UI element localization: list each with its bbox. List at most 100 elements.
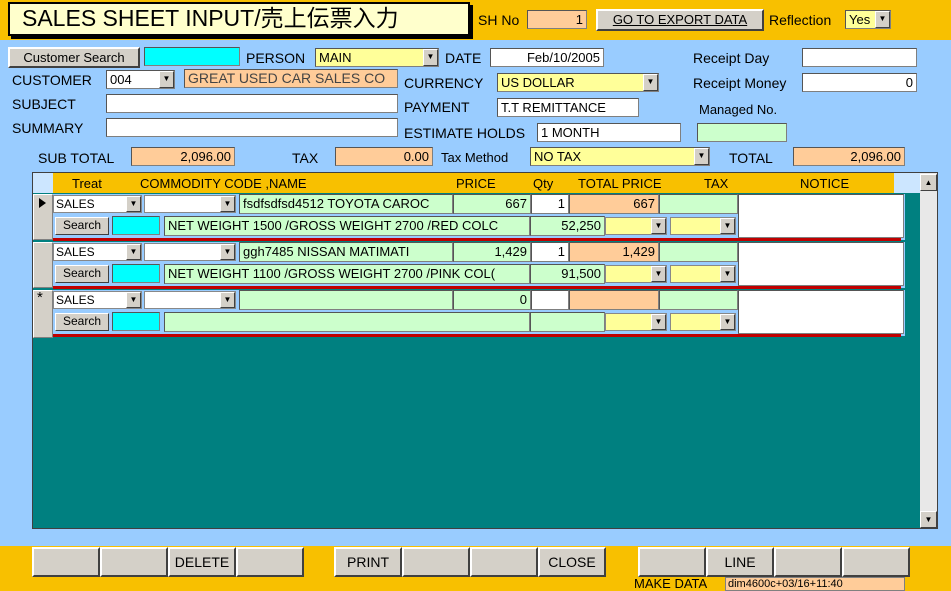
chevron-down-icon[interactable]: ▼ bbox=[694, 148, 709, 165]
notice-field[interactable] bbox=[738, 242, 904, 286]
search-code-input[interactable] bbox=[112, 216, 160, 235]
treat-select[interactable]: SALES ▼ bbox=[53, 291, 142, 309]
scroll-up-icon[interactable]: ▲ bbox=[920, 174, 937, 191]
delete-button[interactable]: DELETE bbox=[168, 547, 236, 577]
scroll-down-icon[interactable]: ▼ bbox=[920, 511, 937, 528]
treat-value: SALES bbox=[56, 293, 95, 307]
search-code-input[interactable] bbox=[112, 264, 160, 283]
price-field[interactable]: 0 bbox=[453, 290, 531, 310]
notice-field[interactable] bbox=[738, 194, 904, 238]
tax-label: TAX bbox=[292, 150, 319, 166]
unit-select[interactable]: ▼ bbox=[605, 265, 667, 283]
line-button[interactable]: LINE bbox=[706, 547, 774, 577]
description-field[interactable]: NET WEIGHT 1500 /GROSS WEIGHT 2700 /RED … bbox=[164, 216, 530, 236]
commodity-code-select[interactable]: ▼ bbox=[144, 291, 236, 309]
amount-field[interactable]: 91,500 bbox=[530, 264, 605, 284]
summary-field[interactable] bbox=[106, 118, 398, 137]
chevron-down-icon[interactable]: ▼ bbox=[875, 11, 890, 28]
chevron-down-icon[interactable]: ▼ bbox=[220, 196, 235, 212]
receipt-day-label: Receipt Day bbox=[693, 50, 770, 66]
payment-field[interactable]: T.T REMITTANCE bbox=[497, 98, 639, 117]
customer-search-button[interactable]: Customer Search bbox=[8, 47, 140, 68]
chevron-down-icon[interactable]: ▼ bbox=[651, 218, 666, 234]
commodity-code-select[interactable]: ▼ bbox=[144, 243, 236, 261]
print-button[interactable]: PRINT bbox=[334, 547, 402, 577]
commodity-code-select[interactable]: ▼ bbox=[144, 195, 236, 213]
tax-cell[interactable] bbox=[659, 194, 738, 214]
chevron-down-icon[interactable]: ▼ bbox=[126, 196, 141, 212]
date-label: DATE bbox=[445, 50, 482, 66]
chevron-down-icon[interactable]: ▼ bbox=[220, 244, 235, 260]
unit-select[interactable]: ▼ bbox=[605, 217, 667, 235]
receipt-day-field[interactable] bbox=[802, 48, 917, 67]
customer-code-select[interactable]: 004 ▼ bbox=[106, 70, 175, 89]
managed-no-field[interactable] bbox=[697, 123, 787, 142]
grid-header-right bbox=[894, 173, 920, 193]
commodity-name-field[interactable]: ggh7485 NISSAN MATIMATI bbox=[239, 242, 453, 262]
footer-button-6[interactable] bbox=[402, 547, 470, 577]
chevron-down-icon[interactable]: ▼ bbox=[651, 266, 666, 282]
description-field[interactable]: NET WEIGHT 1100 /GROSS WEIGHT 2700 /PINK… bbox=[164, 264, 530, 284]
chevron-down-icon[interactable]: ▼ bbox=[159, 71, 174, 88]
row-separator bbox=[53, 334, 901, 337]
price-field[interactable]: 667 bbox=[453, 194, 531, 214]
reflection-select[interactable]: Yes ▼ bbox=[845, 10, 891, 29]
person-select[interactable]: MAIN ▼ bbox=[315, 48, 439, 67]
qty-field[interactable] bbox=[531, 290, 569, 310]
amount-field[interactable] bbox=[530, 312, 605, 332]
tax-type-select[interactable]: ▼ bbox=[670, 313, 736, 331]
search-button[interactable]: Search bbox=[55, 313, 109, 331]
qty-field[interactable]: 1 bbox=[531, 194, 569, 214]
tax-cell[interactable] bbox=[659, 290, 738, 310]
tax-method-select[interactable]: NO TAX ▼ bbox=[530, 147, 710, 166]
footer-button-4[interactable] bbox=[236, 547, 304, 577]
chevron-down-icon[interactable]: ▼ bbox=[720, 218, 735, 234]
notice-field[interactable] bbox=[738, 290, 904, 334]
description-field[interactable] bbox=[164, 312, 530, 332]
page-title: SALES SHEET INPUT/売上伝票入力 bbox=[22, 5, 399, 31]
search-code-input[interactable] bbox=[112, 312, 160, 331]
tax-type-select[interactable]: ▼ bbox=[670, 265, 736, 283]
date-field[interactable]: Feb/10/2005 bbox=[490, 48, 604, 67]
chevron-down-icon[interactable]: ▼ bbox=[720, 314, 735, 330]
chevron-down-icon[interactable]: ▼ bbox=[423, 49, 438, 66]
commodity-name-field[interactable]: fsdfsdfsd4512 TOYOTA CAROC bbox=[239, 194, 453, 214]
chevron-down-icon[interactable]: ▼ bbox=[126, 244, 141, 260]
footer-button-9[interactable] bbox=[638, 547, 706, 577]
estimate-holds-field[interactable]: 1 MONTH bbox=[537, 123, 681, 142]
footer-button-11[interactable] bbox=[774, 547, 842, 577]
vertical-scrollbar[interactable] bbox=[920, 173, 937, 528]
tax-type-select[interactable]: ▼ bbox=[670, 217, 736, 235]
treat-select[interactable]: SALES ▼ bbox=[53, 243, 142, 261]
receipt-money-field[interactable]: 0 bbox=[802, 73, 917, 92]
record-selector[interactable] bbox=[33, 242, 53, 288]
chevron-down-icon[interactable]: ▼ bbox=[126, 292, 141, 308]
footer-button-1[interactable] bbox=[32, 547, 100, 577]
chevron-down-icon[interactable]: ▼ bbox=[720, 266, 735, 282]
footer-button-12[interactable] bbox=[842, 547, 910, 577]
commodity-name-field[interactable] bbox=[239, 290, 453, 310]
customer-search-input[interactable] bbox=[144, 47, 240, 66]
subject-field[interactable] bbox=[106, 94, 398, 113]
treat-select[interactable]: SALES ▼ bbox=[53, 195, 142, 213]
qty-field[interactable]: 1 bbox=[531, 242, 569, 262]
currency-select[interactable]: US DOLLAR ▼ bbox=[497, 73, 659, 92]
search-button[interactable]: Search bbox=[55, 217, 109, 235]
unit-select[interactable]: ▼ bbox=[605, 313, 667, 331]
amount-field[interactable]: 52,250 bbox=[530, 216, 605, 236]
chevron-down-icon[interactable]: ▼ bbox=[643, 74, 658, 91]
tax-cell[interactable] bbox=[659, 242, 738, 262]
record-selector[interactable] bbox=[33, 290, 53, 338]
go-to-export-data-button[interactable]: GO TO EXPORT DATA bbox=[596, 9, 764, 31]
sh-no-field[interactable]: 1 bbox=[527, 10, 587, 29]
reflection-value: Yes bbox=[849, 12, 871, 27]
footer-button-2[interactable] bbox=[100, 547, 168, 577]
chevron-down-icon[interactable]: ▼ bbox=[220, 292, 235, 308]
chevron-down-icon[interactable]: ▼ bbox=[651, 314, 666, 330]
footer-button-7[interactable] bbox=[470, 547, 538, 577]
price-field[interactable]: 1,429 bbox=[453, 242, 531, 262]
total-price-field: 1,429 bbox=[569, 242, 659, 262]
close-button[interactable]: CLOSE bbox=[538, 547, 606, 577]
sh-no-label: SH No bbox=[478, 12, 520, 28]
search-button[interactable]: Search bbox=[55, 265, 109, 283]
